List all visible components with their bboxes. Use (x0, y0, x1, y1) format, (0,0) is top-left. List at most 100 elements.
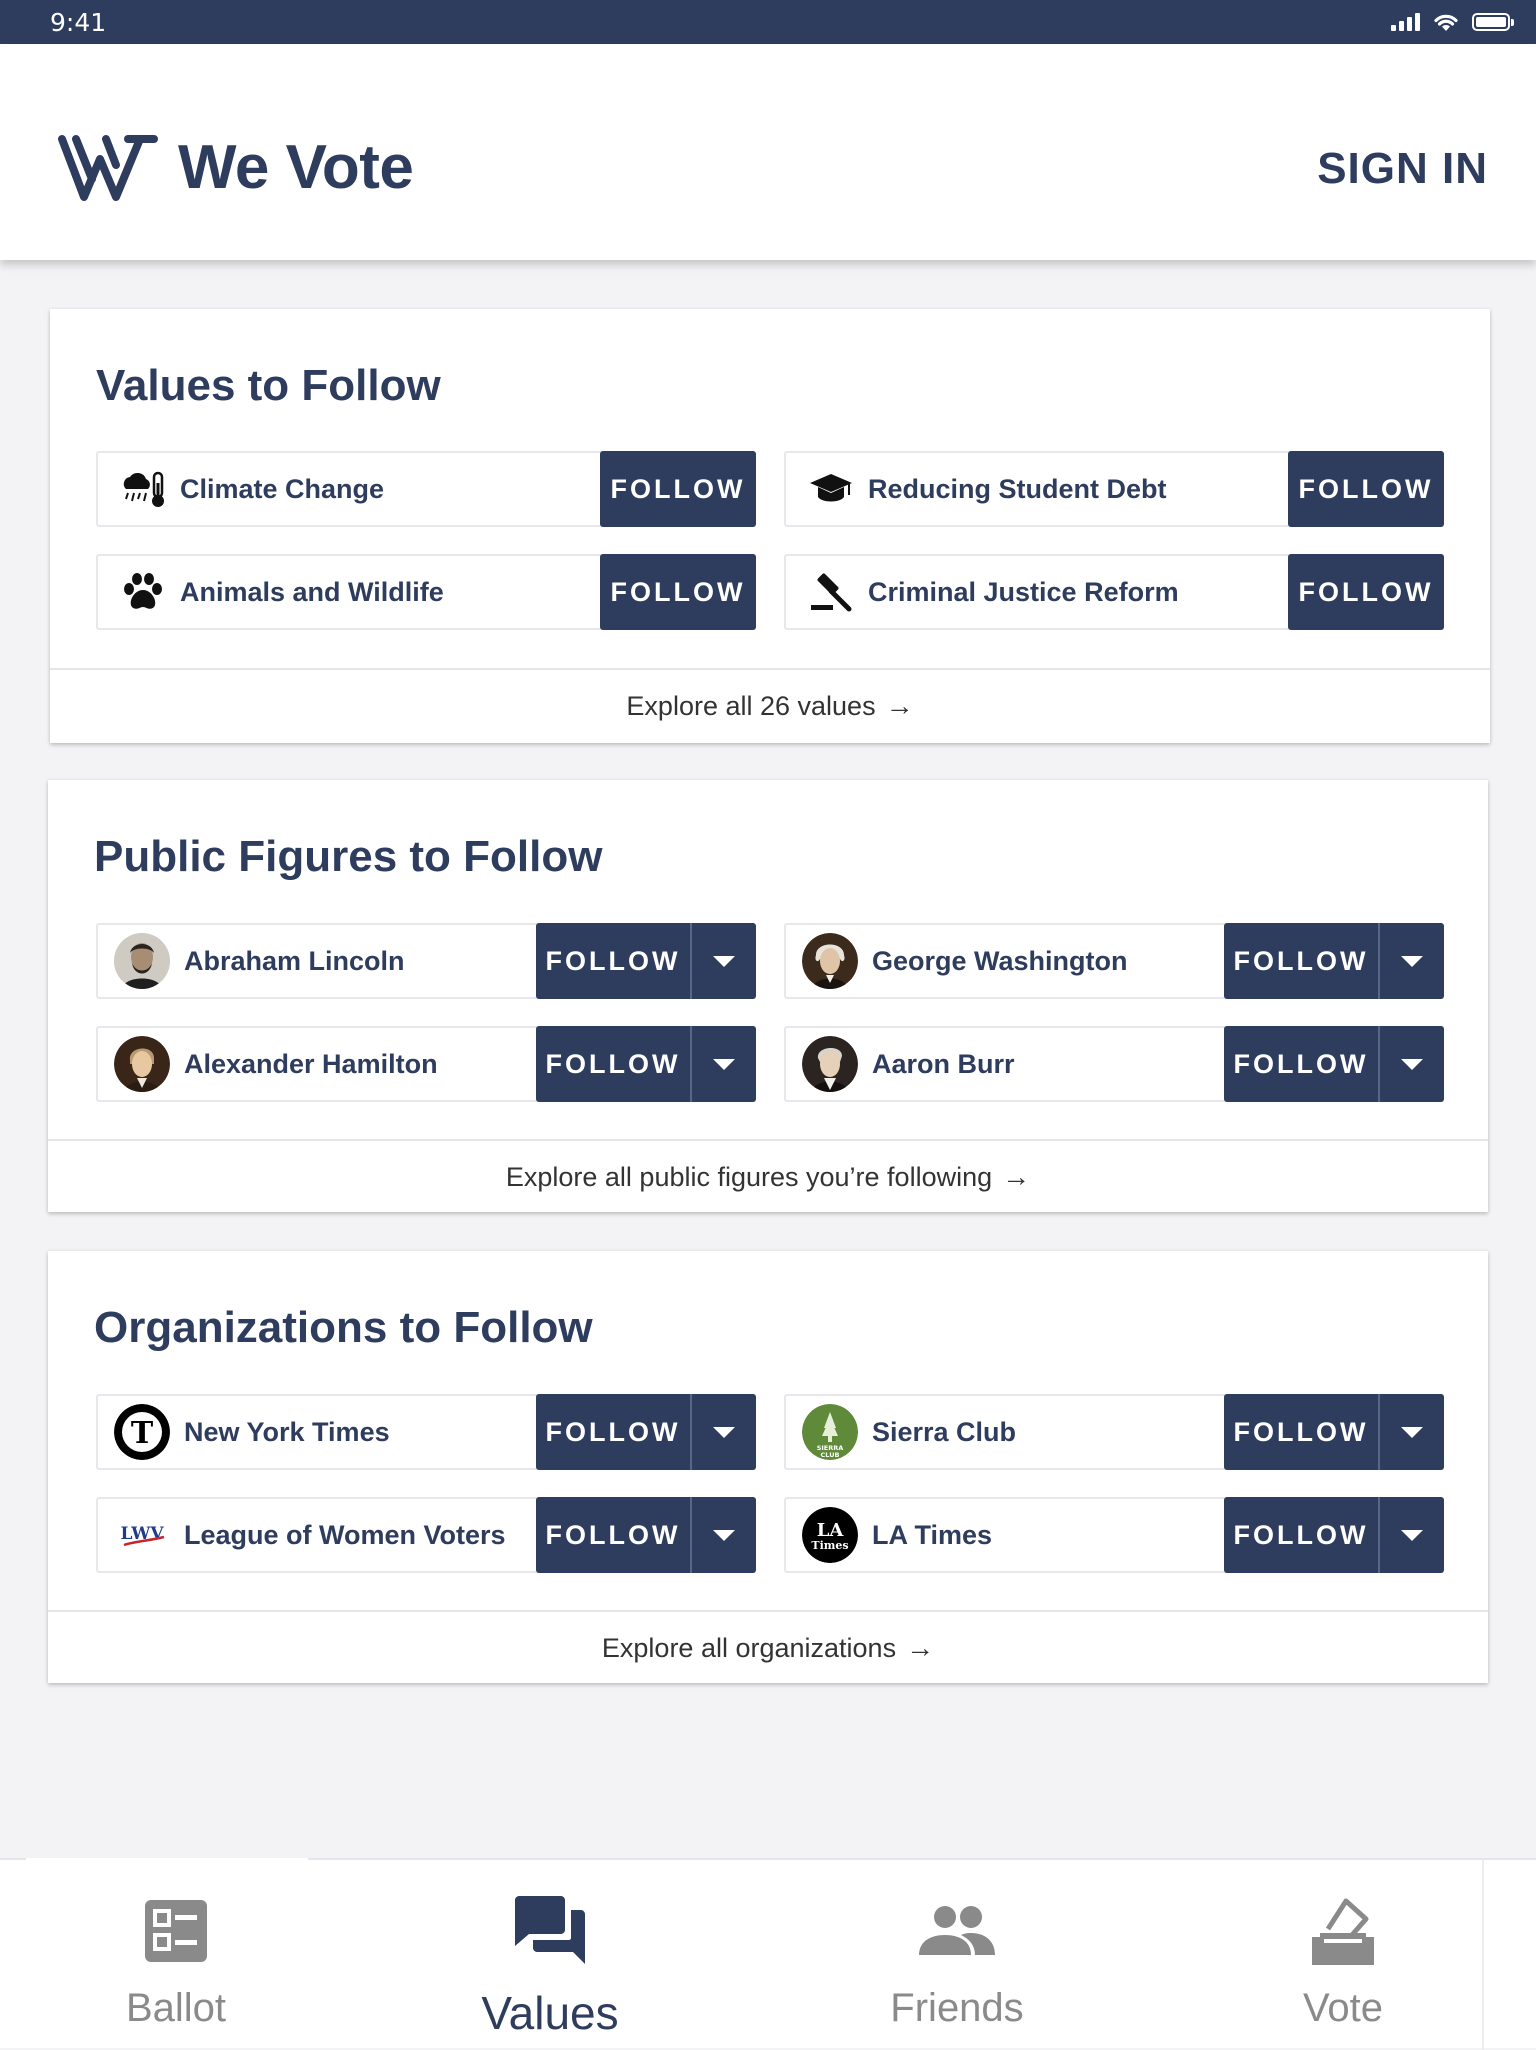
nav-item-ballot[interactable]: Ballot (0, 1860, 368, 2050)
follow-split-button: FOLLOW (536, 1394, 756, 1470)
follow-options-toggle[interactable] (1380, 1026, 1444, 1102)
card-divider (50, 668, 1490, 670)
figure-item-alexander-hamilton: Alexander Hamilton FOLLOW (96, 1026, 756, 1102)
org-item-league-of-women-voters: LWV League of Women Voters FOLLOW (96, 1497, 756, 1573)
follow-split-button: FOLLOW (536, 1497, 756, 1573)
follow-options-toggle[interactable] (1380, 1394, 1444, 1470)
public-figures-card: Public Figures to Follow Abraham Lincoln… (48, 780, 1488, 1212)
follow-options-toggle[interactable] (692, 1026, 756, 1102)
org-name: Sierra Club (872, 1416, 1017, 1447)
caret-down-icon (1401, 1426, 1423, 1438)
status-time: 9:41 (50, 7, 107, 37)
app-logo[interactable]: We Vote (58, 132, 414, 203)
follow-button[interactable]: FOLLOW (600, 554, 756, 630)
caret-down-icon (713, 1426, 735, 1438)
status-bar: 9:41 (0, 0, 1536, 44)
values-card: Values to Follow Climate Change FOLLOW R… (50, 309, 1490, 743)
figure-name: George Washington (872, 945, 1128, 976)
nav-item-vote[interactable]: Vote (1151, 1860, 1535, 2050)
card-divider (48, 1610, 1488, 1612)
follow-options-toggle[interactable] (1380, 1497, 1444, 1573)
follow-split-button: FOLLOW (1224, 1394, 1444, 1470)
avatar (114, 1036, 170, 1092)
org-name: New York Times (184, 1416, 390, 1447)
la-times-logo: LA Times (802, 1507, 858, 1563)
caret-down-icon (1401, 1529, 1423, 1541)
caret-down-icon (1401, 1058, 1423, 1070)
battery-icon (1472, 13, 1514, 31)
wifi-icon (1434, 14, 1458, 31)
figure-item-abraham-lincoln: Abraham Lincoln FOLLOW (96, 923, 756, 999)
follow-split-button: FOLLOW (1224, 1497, 1444, 1573)
follow-button[interactable]: FOLLOW (536, 1497, 692, 1573)
follow-options-toggle[interactable] (692, 923, 756, 999)
figure-name: Aaron Burr (872, 1048, 1015, 1079)
app-header: We Vote SIGN IN (0, 44, 1536, 260)
svg-text:Times: Times (811, 1539, 848, 1552)
figure-item-aaron-burr: Aaron Burr FOLLOW (784, 1026, 1444, 1102)
avatar (114, 933, 170, 989)
follow-button[interactable]: FOLLOW (1224, 1394, 1380, 1470)
follow-button[interactable]: FOLLOW (536, 1394, 692, 1470)
avatar (802, 933, 858, 989)
org-name: League of Women Voters (184, 1519, 506, 1550)
follow-options-toggle[interactable] (1380, 923, 1444, 999)
follow-button[interactable]: FOLLOW (1224, 1497, 1380, 1573)
value-item-reducing-student-debt: Reducing Student Debt FOLLOW (784, 451, 1444, 527)
explore-all-values-link[interactable]: Explore all 26 values → (50, 690, 1490, 722)
org-item-new-york-times: T New York Times FOLLOW (96, 1394, 756, 1470)
nav-label: Vote (1302, 1986, 1384, 2030)
follow-split-button: FOLLOW (1224, 1026, 1444, 1102)
nav-label: Ballot (125, 1986, 227, 2030)
arrow-right-icon: → (906, 1632, 935, 1663)
caret-down-icon (713, 955, 735, 967)
follow-button[interactable]: FOLLOW (536, 1026, 692, 1102)
follow-button[interactable]: FOLLOW (1288, 451, 1444, 527)
follow-button[interactable]: FOLLOW (1288, 554, 1444, 630)
bottom-navigation: Ballot Values Friends Vote (0, 1858, 1536, 2050)
caret-down-icon (1401, 955, 1423, 967)
explore-all-organizations-link[interactable]: Explore all organizations → (48, 1632, 1488, 1664)
values-card-title: Values to Follow (96, 361, 441, 410)
sierra-club-logo: SIERRA CLUB (802, 1404, 858, 1460)
card-divider (48, 1139, 1488, 1141)
value-item-criminal-justice-reform: Criminal Justice Reform FOLLOW (784, 554, 1444, 630)
we-vote-logo-icon (58, 134, 158, 201)
value-label: Climate Change (180, 473, 385, 504)
nav-item-friends[interactable]: Friends (765, 1860, 1149, 2050)
chat-icon (513, 1886, 587, 1976)
status-icons (1391, 11, 1514, 33)
graduation-cap-icon (808, 466, 854, 512)
app-name: We Vote (178, 133, 414, 202)
value-label: Criminal Justice Reform (868, 576, 1179, 607)
value-label: Reducing Student Debt (868, 473, 1167, 504)
sign-in-button[interactable]: SIGN IN (1317, 144, 1488, 194)
friends-icon (917, 1886, 997, 1976)
vote-box-icon (1308, 1886, 1378, 1976)
nav-label: Values (481, 1987, 619, 2039)
gavel-icon (808, 569, 854, 615)
svg-text:T: T (131, 1416, 154, 1451)
caret-down-icon (713, 1529, 735, 1541)
follow-split-button: FOLLOW (1224, 923, 1444, 999)
signal-icon (1391, 13, 1420, 31)
nyt-logo: T (114, 1404, 170, 1460)
nav-item-values[interactable]: Values (358, 1860, 742, 2050)
org-name: LA Times (872, 1519, 993, 1550)
follow-options-toggle[interactable] (692, 1394, 756, 1470)
org-item-sierra-club: SIERRA CLUB Sierra Club FOLLOW (784, 1394, 1444, 1470)
lwv-logo: LWV (114, 1507, 170, 1563)
follow-button[interactable]: FOLLOW (1224, 923, 1380, 999)
follow-split-button: FOLLOW (536, 1026, 756, 1102)
follow-button[interactable]: FOLLOW (1224, 1026, 1380, 1102)
ballot-icon (143, 1886, 209, 1976)
follow-button[interactable]: FOLLOW (600, 451, 756, 527)
follow-button[interactable]: FOLLOW (536, 923, 692, 999)
figure-item-george-washington: George Washington FOLLOW (784, 923, 1444, 999)
svg-text:LA: LA (817, 1520, 845, 1541)
explore-public-figures-link[interactable]: Explore all public figures you’re follow… (48, 1161, 1488, 1193)
org-item-la-times: LA Times LA Times FOLLOW (784, 1497, 1444, 1573)
arrow-right-icon: → (1002, 1161, 1031, 1192)
svg-text:CLUB: CLUB (821, 1451, 840, 1459)
follow-options-toggle[interactable] (692, 1497, 756, 1573)
